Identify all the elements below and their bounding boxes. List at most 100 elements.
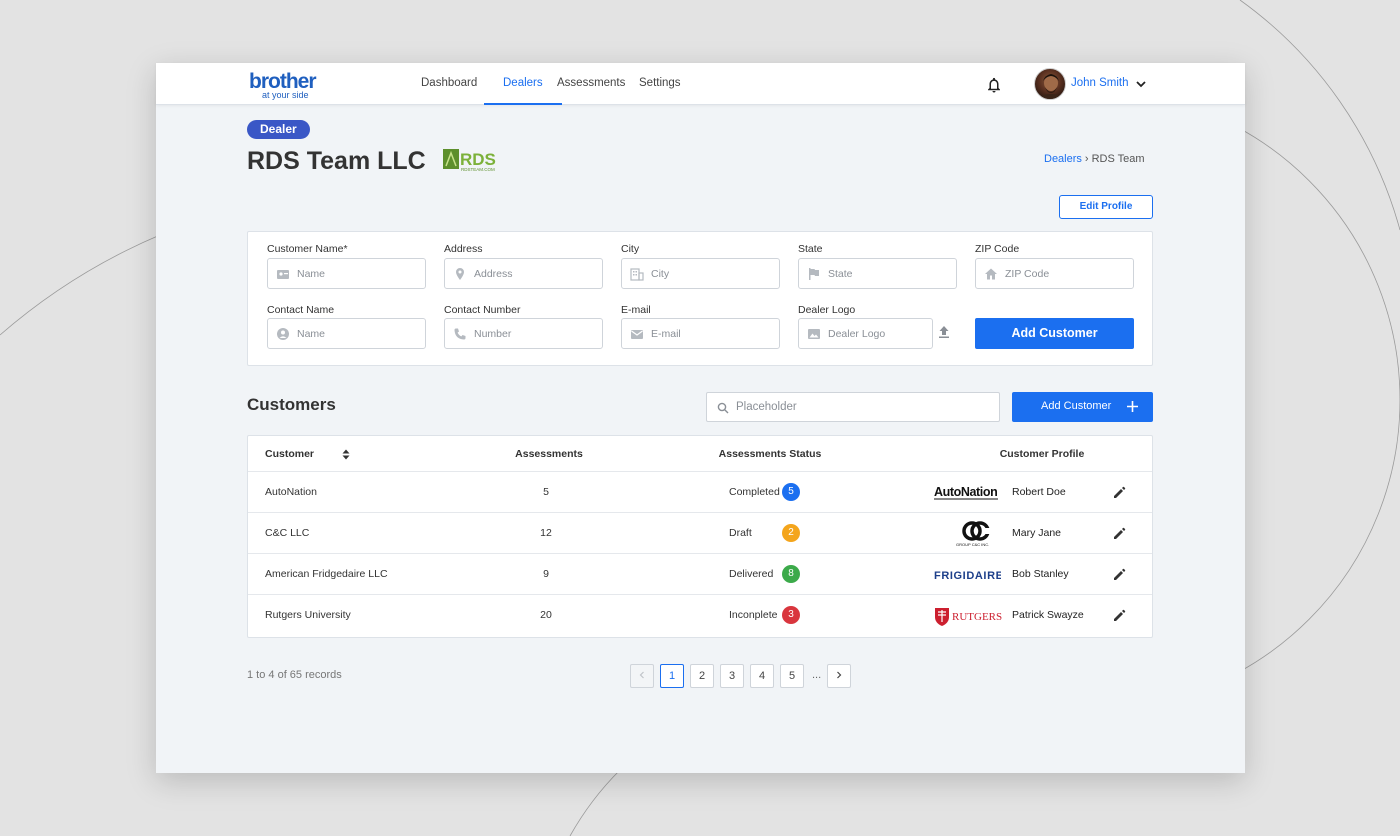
pencil-icon[interactable]: [1113, 568, 1126, 581]
table-row[interactable]: American Fridgedaire LLC 9 Delivered 8 F…: [248, 553, 1152, 594]
pencil-icon[interactable]: [1113, 486, 1126, 499]
customer-name-field[interactable]: [267, 258, 426, 289]
page-title: RDS Team LLC: [247, 147, 426, 175]
pager-page-1[interactable]: 1: [660, 664, 684, 688]
avatar[interactable]: [1034, 68, 1066, 100]
add-customer-submit-button[interactable]: Add Customer: [975, 318, 1134, 349]
breadcrumb-dealers-link[interactable]: Dealers: [1044, 153, 1082, 165]
rutgers-logo: RUTGERS: [935, 608, 1002, 626]
user-name[interactable]: John Smith: [1071, 77, 1129, 89]
column-header-assessments: Assessments: [515, 448, 583, 460]
profile-name-cell: Robert Doe: [1012, 486, 1066, 498]
address-field[interactable]: [444, 258, 603, 289]
mail-icon: [631, 330, 643, 339]
address-input[interactable]: [474, 259, 599, 288]
edit-profile-button[interactable]: Edit Profile: [1059, 195, 1153, 219]
chevron-down-icon[interactable]: [1135, 78, 1147, 90]
contact-name-field[interactable]: [267, 318, 426, 349]
column-header-assessments-status: Assessments Status: [718, 448, 822, 460]
contact-name-input[interactable]: [297, 319, 422, 348]
breadcrumb: Dealers › RDS Team: [1044, 153, 1145, 165]
pager-prev-button[interactable]: [630, 664, 654, 688]
profile-name-cell: Patrick Swayze: [1012, 609, 1084, 621]
upload-icon[interactable]: [937, 325, 951, 339]
customer-name-cell: Rutgers University: [265, 609, 351, 621]
customers-section-title: Customers: [247, 395, 336, 414]
status-count-badge: 3: [782, 606, 800, 624]
city-label: City: [621, 243, 640, 255]
customer-search-box[interactable]: [706, 392, 1000, 422]
email-input[interactable]: [651, 319, 776, 348]
email-label: E-mail: [621, 304, 651, 316]
dealer-logo-input[interactable]: [828, 319, 928, 348]
customer-search-input[interactable]: [736, 393, 991, 421]
customer-name-input[interactable]: [297, 259, 422, 288]
contact-name-label: Contact Name: [267, 304, 335, 316]
state-input[interactable]: [828, 259, 953, 288]
assessments-count-cell: 20: [540, 609, 552, 621]
profile-name-cell: Bob Stanley: [1012, 568, 1069, 580]
assessments-count-cell: 5: [543, 486, 549, 498]
assessments-count-cell: 12: [540, 527, 552, 539]
customers-table: Customer Assessments Assessments Status …: [247, 435, 1153, 638]
frigidaire-logo-text: FRIGIDAIRE: [934, 570, 1001, 582]
phone-icon: [454, 328, 466, 340]
add-customer-button[interactable]: Add Customer: [1012, 392, 1153, 422]
city-field[interactable]: [621, 258, 780, 289]
table-row[interactable]: AutoNation 5 Completed 5 AutoNation Robe…: [248, 471, 1152, 512]
status-text: Delivered: [729, 568, 774, 580]
state-field[interactable]: [798, 258, 957, 289]
brother-logo[interactable]: brother at your side: [249, 71, 323, 100]
state-label: State: [798, 243, 823, 255]
table-row[interactable]: Rutgers University 20 Inconplete 3 RUTGE…: [248, 594, 1152, 635]
pager-page-2[interactable]: 2: [690, 664, 714, 688]
plus-icon: [1127, 401, 1138, 412]
top-navigation-bar: brother at your side Dashboard Dealers A…: [156, 63, 1245, 105]
pencil-icon[interactable]: [1113, 609, 1126, 622]
bell-icon[interactable]: [985, 76, 1003, 94]
rutgers-logo-text: RUTGERS: [952, 611, 1002, 623]
assessments-count-cell: 9: [543, 568, 549, 580]
dealer-logo-label: Dealer Logo: [798, 304, 856, 316]
column-header-customer[interactable]: Customer: [265, 436, 314, 472]
breadcrumb-chevron-icon: ›: [1084, 153, 1089, 165]
status-count-badge: 5: [782, 483, 800, 501]
table-row[interactable]: C&C LLC 12 Draft 2 GROUP C&C INC. Mary J…: [248, 512, 1152, 553]
nav-assessments[interactable]: Assessments: [557, 63, 625, 105]
image-icon: [808, 329, 820, 339]
frigidaire-logo: FRIGIDAIRE: [934, 570, 1001, 582]
sort-icon[interactable]: [342, 449, 350, 460]
profile-name-cell: Mary Jane: [1012, 527, 1062, 539]
autonation-logo-text: AutoNation: [934, 485, 997, 499]
status-text: Draft: [729, 527, 752, 539]
autonation-logo: AutoNation: [934, 485, 998, 500]
zip-code-label: ZIP Code: [975, 243, 1020, 255]
pencil-icon[interactable]: [1113, 527, 1126, 540]
nav-dashboard[interactable]: Dashboard: [421, 63, 477, 105]
status-count-badge: 2: [782, 524, 800, 542]
nav-dealers[interactable]: Dealers: [484, 63, 562, 105]
brand-tagline: at your side: [262, 90, 309, 100]
pager-page-5[interactable]: 5: [780, 664, 804, 688]
zip-code-field[interactable]: [975, 258, 1134, 289]
city-input[interactable]: [651, 259, 776, 288]
person-icon: [277, 328, 289, 340]
search-icon: [717, 402, 729, 414]
contact-number-label: Contact Number: [444, 304, 521, 316]
contact-number-input[interactable]: [474, 319, 599, 348]
dealer-logo-field[interactable]: [798, 318, 933, 349]
pager-ellipsis: ...: [812, 669, 822, 681]
status-count-badge: 8: [782, 565, 800, 583]
email-field[interactable]: [621, 318, 780, 349]
column-header-customer-profile: Customer Profile: [999, 448, 1085, 460]
zip-code-input[interactable]: [1005, 259, 1130, 288]
nav-settings[interactable]: Settings: [639, 63, 681, 105]
pager-page-3[interactable]: 3: [720, 664, 744, 688]
pager-next-button[interactable]: [827, 664, 851, 688]
add-customer-form: Customer Name* Address City State ZIP Co…: [247, 231, 1153, 366]
breadcrumb-current: RDS Team: [1091, 153, 1145, 165]
chevron-right-icon: [837, 671, 842, 679]
contact-number-field[interactable]: [444, 318, 603, 349]
contact-card-icon: [277, 270, 289, 279]
pager-page-4[interactable]: 4: [750, 664, 774, 688]
